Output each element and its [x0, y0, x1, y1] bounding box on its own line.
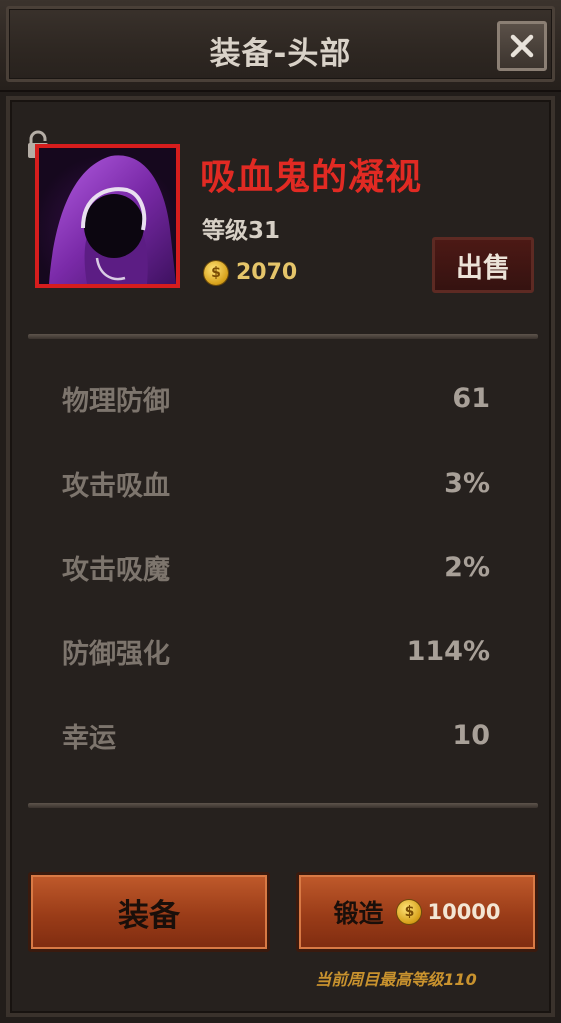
close-button[interactable]	[497, 21, 547, 71]
stat-row: 物理防御 61	[62, 378, 490, 418]
stat-value: 61	[452, 382, 490, 414]
stat-label: 幸运	[62, 722, 116, 754]
item-portrait[interactable]	[35, 144, 180, 288]
coin-icon: $	[397, 900, 422, 924]
forge-button[interactable]: 锻造 $ 10000	[296, 872, 538, 952]
coin-icon: $	[204, 260, 228, 285]
stat-label: 物理防御	[62, 385, 170, 417]
stat-value: 3%	[444, 467, 490, 499]
equip-button-label: 装备	[118, 897, 180, 934]
forge-button-label: 锻造	[333, 899, 384, 928]
stat-row: 攻击吸魔 2%	[62, 547, 490, 587]
close-icon	[510, 34, 534, 58]
stat-value: 114%	[406, 635, 490, 667]
max-level-note: 当前周目最高等级110	[315, 970, 477, 989]
divider-bottom	[28, 803, 538, 808]
equip-button[interactable]: 装备	[28, 872, 270, 952]
stat-label: 攻击吸魔	[62, 554, 170, 586]
forge-cost-value: 10000	[427, 900, 501, 924]
hood-portrait	[49, 155, 176, 284]
stat-row: 幸运 10	[62, 715, 490, 755]
divider-top	[28, 334, 538, 339]
stat-value: 2%	[444, 551, 490, 583]
stat-label: 攻击吸血	[62, 470, 170, 502]
equipment-panel: 装备-头部 吸血鬼的凝视 等级31 $ 2070 出售 物理防御 61 攻击吸血…	[0, 0, 561, 1023]
panel-header: 装备-头部	[0, 0, 561, 92]
item-name: 吸血鬼的凝视	[200, 157, 423, 198]
stat-label: 防御强化	[62, 638, 170, 670]
stat-row: 攻击吸血 3%	[62, 463, 490, 503]
stat-row: 防御强化 114%	[62, 631, 490, 671]
forge-cost: $ 10000	[397, 900, 501, 924]
item-level: 等级31	[202, 218, 281, 244]
price-value: 2070	[236, 260, 298, 285]
stat-value: 10	[452, 719, 490, 751]
item-price: $ 2070	[204, 260, 297, 285]
panel-title: 装备-头部	[209, 36, 352, 72]
sell-button[interactable]: 出售	[432, 237, 534, 293]
